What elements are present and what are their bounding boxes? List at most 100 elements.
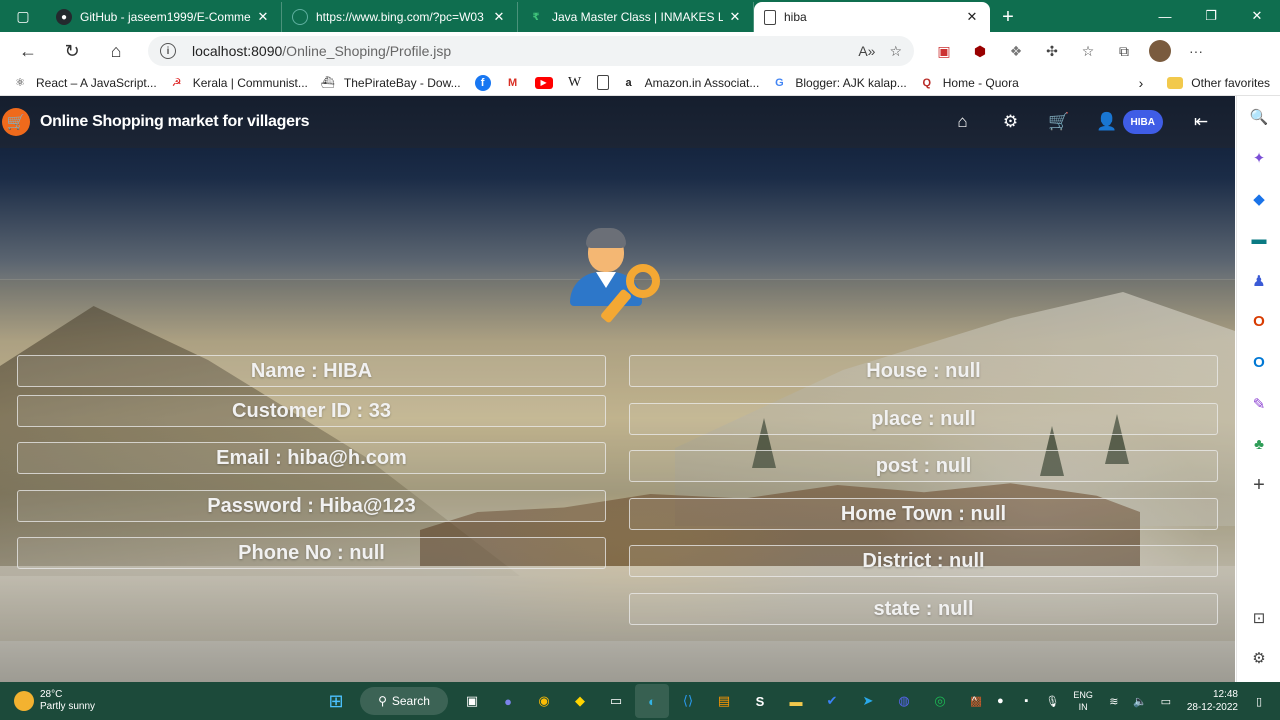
microphone-icon[interactable]: 🎙	[1039, 695, 1065, 708]
bookmark-amazon[interactable]: a Amazon.in Associat...	[621, 75, 760, 91]
profile-avatar[interactable]	[1142, 36, 1178, 66]
terminal-icon[interactable]: ▭	[599, 684, 633, 718]
site-brand[interactable]: Online Shopping market for villagers	[40, 113, 310, 131]
tree-app-icon[interactable]: ♣	[1237, 424, 1280, 465]
search-icon[interactable]: 🔍	[1237, 96, 1280, 137]
bookmark-label: React – A JavaScript...	[36, 75, 157, 90]
youtube-icon[interactable]: ▶	[534, 76, 553, 89]
weather-widget[interactable]: 28°C Partly sunny	[14, 689, 95, 713]
close-window-icon[interactable]: ✕	[1234, 0, 1280, 32]
settings-icon[interactable]: ⚙	[987, 96, 1035, 148]
spotify-icon[interactable]: ◎	[923, 684, 957, 718]
wifi-icon[interactable]: ≋	[1101, 695, 1127, 708]
cart-icon[interactable]: 🛒	[1035, 96, 1083, 148]
close-tab-icon[interactable]: ✕	[491, 9, 507, 25]
edge-icon[interactable]: ◐	[635, 684, 669, 718]
taskbar-search[interactable]: ⚲ Search	[360, 687, 448, 715]
dropbox-icon[interactable]: ❖	[998, 36, 1034, 66]
header-nav: ⌂ ⚙ 🛒 👤 HIBA ⇤	[939, 96, 1225, 148]
clock-date: 28-12-2022	[1186, 702, 1238, 713]
git-icon[interactable]: ◆	[563, 684, 597, 718]
url-field[interactable]: i localhost:8090/Online_Shoping/Profile.…	[148, 36, 914, 66]
other-favorites-label: Other favorites	[1191, 75, 1270, 90]
add-favorite-icon[interactable]: ☆	[889, 43, 902, 60]
discord-icon[interactable]: ◍	[887, 684, 921, 718]
office-icon[interactable]: O	[1237, 301, 1280, 342]
bookmark-piratebay[interactable]: ⛴ ThePirateBay - Dow...	[320, 75, 461, 91]
bookmark-blogger[interactable]: G Blogger: AJK kalap...	[771, 75, 907, 91]
battery-icon[interactable]: ▭	[1153, 695, 1179, 708]
ship-icon: ⛴	[320, 77, 335, 89]
document-icon[interactable]	[596, 75, 609, 90]
house-field: House : null	[629, 355, 1218, 387]
sublime-icon[interactable]: ▤	[707, 684, 741, 718]
read-aloud-icon[interactable]: A»	[858, 43, 875, 59]
s-app-icon[interactable]: S	[743, 684, 777, 718]
shopping-tag-icon[interactable]: ◆	[1237, 178, 1280, 219]
tab-java-master-class[interactable]: ₹ Java Master Class | INMAKES LEA ✕	[518, 2, 754, 32]
tab-actions-icon[interactable]: ▢	[0, 0, 46, 32]
split-screen-icon[interactable]: ⊡	[1237, 597, 1280, 638]
facebook-icon[interactable]: f	[474, 74, 491, 91]
bookmarks-overflow-icon[interactable]: ›	[1139, 75, 1144, 91]
other-favorites[interactable]: Other favorites	[1167, 76, 1270, 90]
user-badge[interactable]: HIBA	[1122, 110, 1163, 134]
outlook-icon[interactable]: O	[1237, 342, 1280, 383]
tools-icon[interactable]: ▬	[1237, 219, 1280, 260]
close-tab-icon[interactable]: ✕	[255, 9, 271, 25]
search-glass-icon: ⚲	[378, 694, 387, 708]
close-tab-icon[interactable]: ✕	[964, 9, 980, 25]
logout-icon[interactable]: ⇤	[1177, 96, 1225, 148]
tray-app-icon[interactable]: ●	[987, 695, 1013, 707]
notifications-icon[interactable]: ▯	[1246, 695, 1272, 708]
wikipedia-icon[interactable]: W	[567, 75, 583, 91]
ublock-icon[interactable]: ⬢	[962, 36, 998, 66]
telegram-icon[interactable]: ➤	[851, 684, 885, 718]
tray-app-icon[interactable]: ▪	[1013, 695, 1039, 707]
file-explorer-icon[interactable]: ▬	[779, 684, 813, 718]
clock[interactable]: 12:48 28-12-2022	[1187, 688, 1238, 714]
refresh-icon[interactable]: ↻	[50, 32, 94, 70]
sidebar-settings-icon[interactable]: ⚙	[1237, 637, 1280, 678]
tab-github[interactable]: ● GitHub - jaseem1999/E-Commer ✕	[46, 2, 282, 32]
site-info-icon[interactable]: i	[160, 43, 176, 59]
back-icon[interactable]: ←	[6, 32, 50, 70]
todo-icon[interactable]: ✔	[815, 684, 849, 718]
show-hidden-icons[interactable]: ^	[961, 695, 987, 707]
bookmark-quora[interactable]: Q Home - Quora	[919, 75, 1018, 91]
pdf-extension-icon[interactable]: ▣	[926, 36, 962, 66]
shopping-cart-logo-icon[interactable]: 🛒	[2, 108, 30, 136]
favorites-icon[interactable]: ☆	[1070, 36, 1106, 66]
task-view-icon[interactable]: ▣	[455, 684, 489, 718]
start-icon[interactable]: ⊞	[319, 684, 353, 718]
designer-icon[interactable]: ✎	[1237, 383, 1280, 424]
chrome-icon[interactable]: ◉	[527, 684, 561, 718]
collections-icon[interactable]: ⧉	[1106, 36, 1142, 66]
new-tab-button[interactable]: +	[990, 2, 1026, 32]
browser-tab-bar: ▢ ● GitHub - jaseem1999/E-Commer ✕ https…	[0, 0, 1280, 32]
extensions-icon[interactable]: ✣	[1034, 36, 1070, 66]
tab-bing[interactable]: https://www.bing.com/?pc=W03 ✕	[282, 2, 518, 32]
bookmark-react[interactable]: ⚛ React – A JavaScript...	[12, 75, 157, 91]
language-indicator[interactable]: ENG IN	[1073, 689, 1093, 713]
home-nav-icon[interactable]: ⌂	[939, 96, 987, 148]
home-icon[interactable]: ⌂	[94, 32, 138, 70]
tab-title: Java Master Class | INMAKES LEA	[552, 10, 723, 24]
more-menu-icon[interactable]: ···	[1178, 36, 1214, 66]
volume-icon[interactable]: 🔈	[1127, 695, 1153, 708]
minimize-icon[interactable]: —	[1142, 0, 1188, 32]
tab-hiba[interactable]: hiba ✕	[754, 2, 990, 32]
system-tray: ^ ● ▪ 🎙 ENG IN ≋ 🔈 ▭ 12:48 28-12-2022 ▯	[961, 682, 1272, 720]
vscode-icon[interactable]: ⟨⟩	[671, 684, 705, 718]
bookmark-kerala[interactable]: ☭ Kerala | Communist...	[169, 75, 308, 91]
add-sidebar-app-icon[interactable]: +	[1237, 465, 1280, 506]
gmail-icon[interactable]: M	[505, 75, 521, 91]
user-key-icon	[566, 226, 668, 326]
close-tab-icon[interactable]: ✕	[727, 9, 743, 25]
chat-icon[interactable]: ●	[491, 684, 525, 718]
restore-icon[interactable]: ❐	[1188, 0, 1234, 32]
copilot-icon[interactable]: ✦	[1237, 137, 1280, 178]
games-icon[interactable]: ♟	[1237, 260, 1280, 301]
window-controls: — ❐ ✕	[1142, 0, 1280, 32]
folder-icon	[1167, 76, 1184, 89]
